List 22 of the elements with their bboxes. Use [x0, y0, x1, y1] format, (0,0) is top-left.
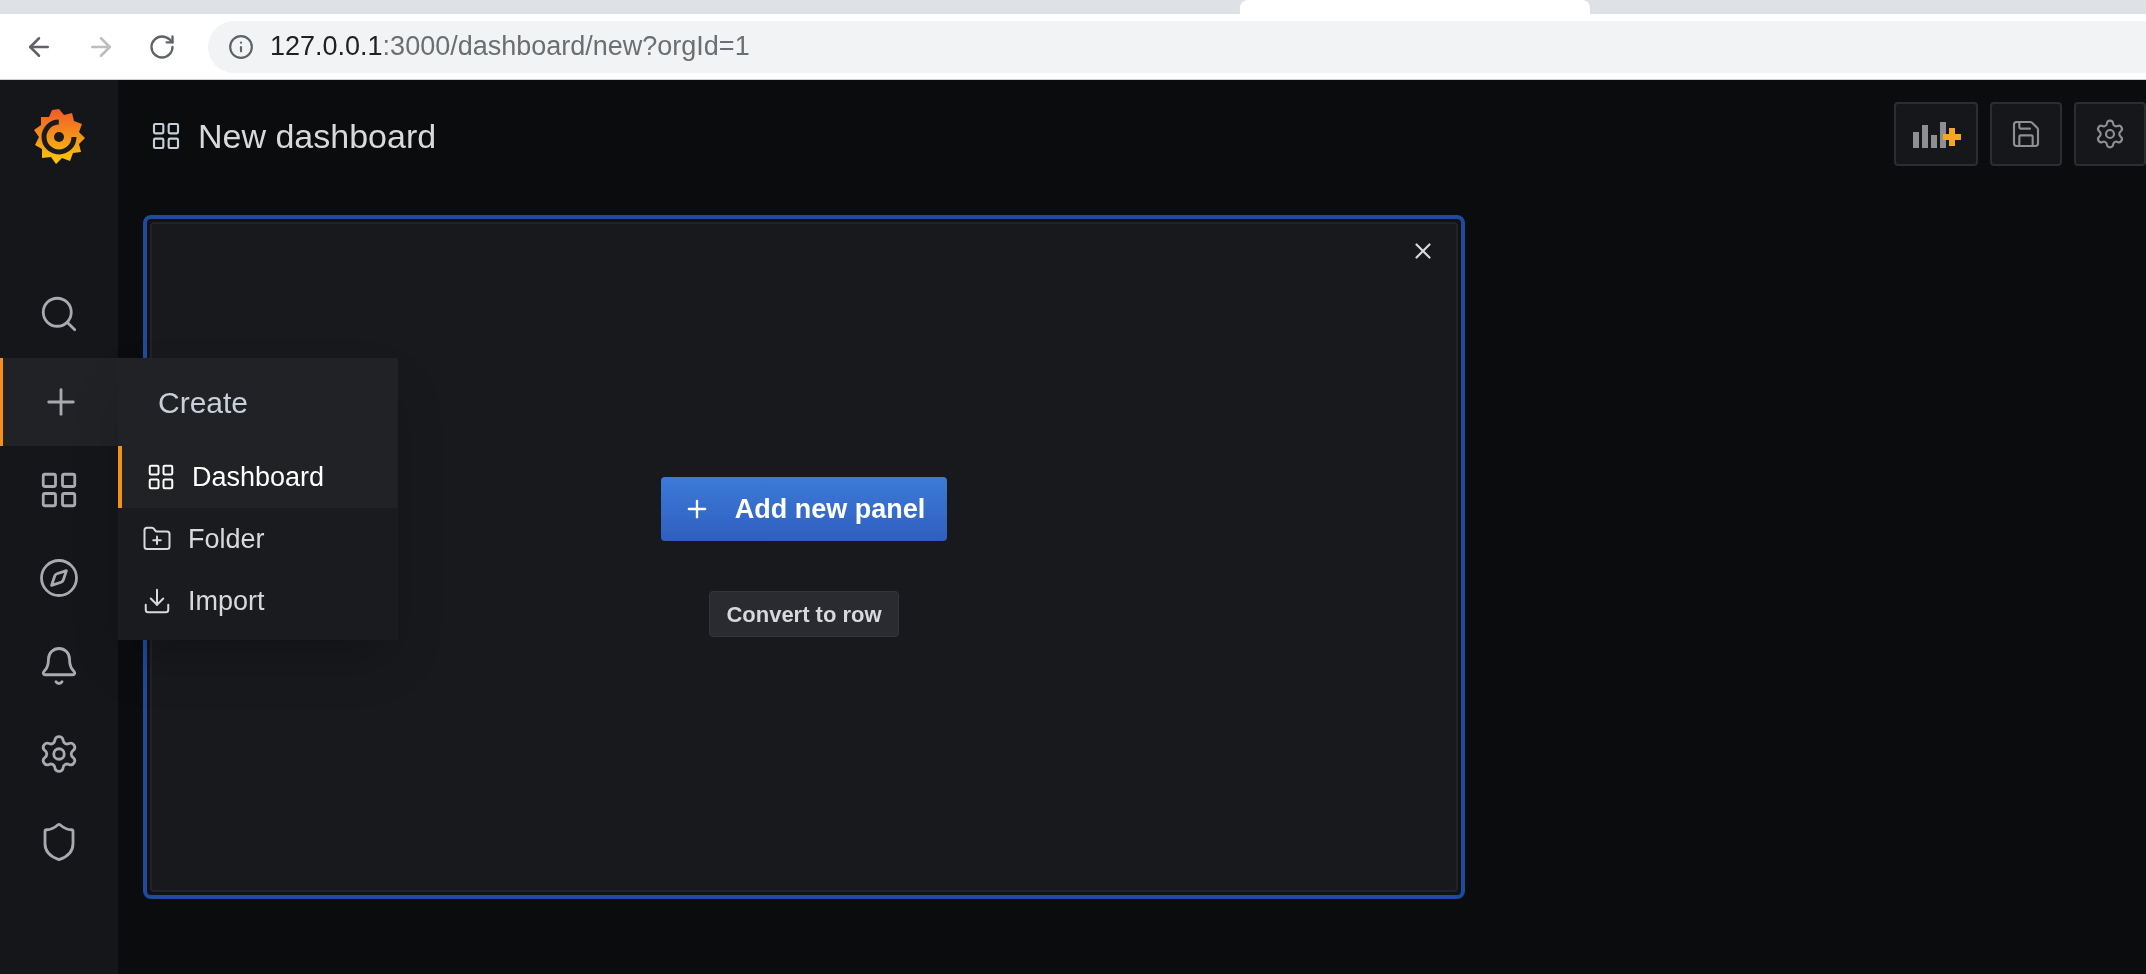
menu-item[interactable]: Folder	[118, 508, 398, 570]
address-bar[interactable]: 127.0.0.1:3000/dashboard/new?orgId=1	[208, 20, 2146, 73]
settings-icon	[2094, 118, 2126, 150]
toolbar-button[interactable]	[1894, 102, 1978, 166]
menu-title: Create	[158, 384, 249, 421]
menu-item[interactable]: Dashboard	[118, 446, 398, 508]
add-panel-button[interactable]: Add new panel	[660, 477, 948, 541]
grid-icon	[150, 120, 182, 152]
sidebar-item[interactable]	[0, 358, 118, 446]
toolbar-button[interactable]	[2074, 102, 2146, 166]
download-icon	[142, 586, 172, 616]
info-icon[interactable]	[228, 33, 254, 60]
compass-icon	[38, 557, 80, 599]
add-panel-icon	[1911, 120, 1961, 148]
dashboard-title: New dashboard	[198, 115, 437, 157]
reload-icon[interactable]	[148, 32, 176, 61]
save-icon	[2010, 118, 2042, 150]
convert-row-button[interactable]: Convert to row	[709, 591, 899, 637]
url-text: 127.0.0.1:3000/dashboard/new?orgId=1	[270, 30, 750, 64]
toolbar-button[interactable]	[1990, 102, 2062, 166]
grid-icon	[146, 462, 176, 492]
menu-item[interactable]: Import	[118, 570, 398, 632]
